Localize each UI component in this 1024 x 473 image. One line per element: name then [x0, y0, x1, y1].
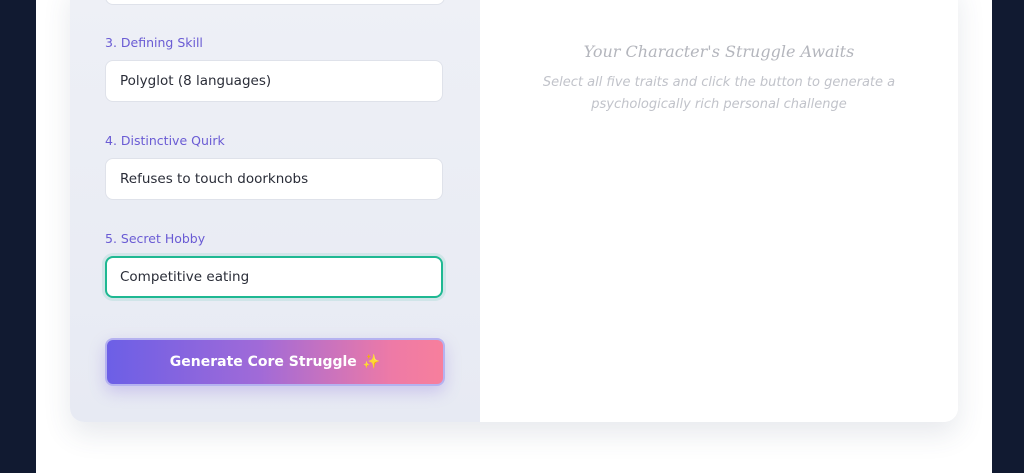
distinctive-quirk-input[interactable]: Refuses to touch doorknobs — [105, 158, 443, 200]
generate-button-label: Generate Core Struggle — [169, 354, 357, 370]
defining-skill-value: Polyglot (8 languages) — [120, 73, 272, 89]
placeholder-text: Select all five traits and click the but… — [542, 75, 896, 112]
defining-skill-input[interactable]: Polyglot (8 languages) — [105, 60, 443, 102]
secret-hobby-input[interactable]: Competitive eating — [105, 256, 443, 298]
result-panel: Your Character's Struggle Awaits Select … — [480, 0, 958, 422]
distinctive-quirk-value: Refuses to touch doorknobs — [120, 171, 309, 187]
generator-card: 3. Defining Skill Polyglot (8 languages)… — [70, 0, 958, 422]
previous-field-input[interactable] — [105, 0, 445, 5]
sparkles-icon: ✨ — [362, 354, 381, 370]
generate-core-struggle-button[interactable]: Generate Core Struggle ✨ — [105, 338, 445, 386]
secret-hobby-value: Competitive eating — [120, 269, 250, 285]
trait-form-panel: 3. Defining Skill Polyglot (8 languages)… — [70, 0, 480, 422]
defining-skill-label: 3. Defining Skill — [105, 35, 203, 50]
secret-hobby-label: 5. Secret Hobby — [105, 231, 206, 246]
placeholder-title: Your Character's Struggle Awaits — [583, 42, 855, 61]
distinctive-quirk-label: 4. Distinctive Quirk — [105, 133, 225, 148]
page-container: 3. Defining Skill Polyglot (8 languages)… — [36, 0, 992, 473]
